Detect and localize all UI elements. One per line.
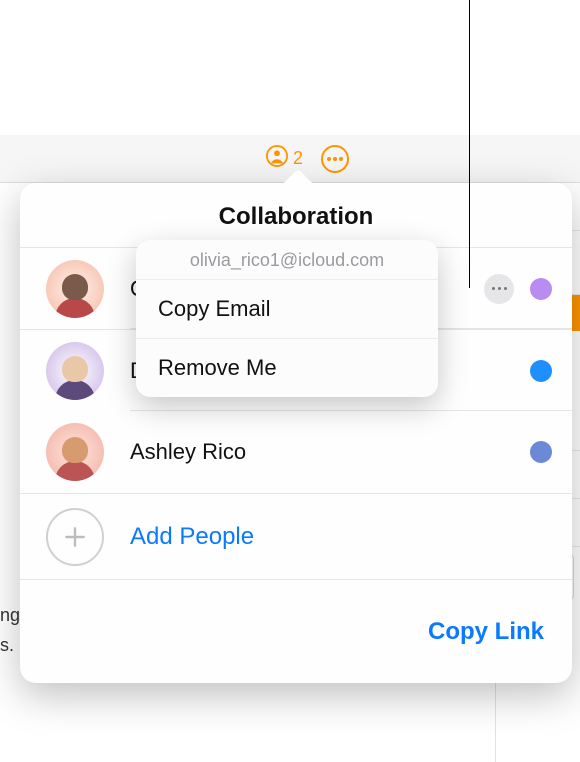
avatar [46,342,104,400]
participant-row[interactable]: Ashley Rico [20,411,572,493]
popover-footer: Copy Link [20,579,572,683]
avatar [46,260,104,318]
ellipsis-icon [490,287,508,290]
participant-more-button[interactable] [484,274,514,304]
callout-line [469,118,470,288]
person-icon [266,145,288,172]
participant-color-dot [530,360,552,382]
copy-link-button[interactable]: Copy Link [428,618,544,646]
plus-icon [46,508,104,566]
context-menu-email: olivia_rico1@icloud.com [136,240,438,280]
add-people-row[interactable]: Add People [20,493,572,579]
callout-line [469,0,470,118]
avatar [46,423,104,481]
ellipsis-icon [327,157,343,161]
participant-color-dot [530,278,552,300]
participant-color-dot [530,441,552,463]
collaboration-count: 2 [293,148,303,169]
participant-name: Ashley Rico [130,439,530,465]
bg-text-left: ng s. [0,600,20,660]
context-menu: olivia_rico1@icloud.com Copy Email Remov… [136,240,438,397]
add-people-label: Add People [130,523,254,551]
popover-title: Collaboration [20,183,572,247]
collaboration-button[interactable]: 2 [266,145,303,172]
toolbar-more-button[interactable] [321,145,349,173]
copy-email-item[interactable]: Copy Email [136,280,438,339]
remove-me-item[interactable]: Remove Me [136,339,438,397]
